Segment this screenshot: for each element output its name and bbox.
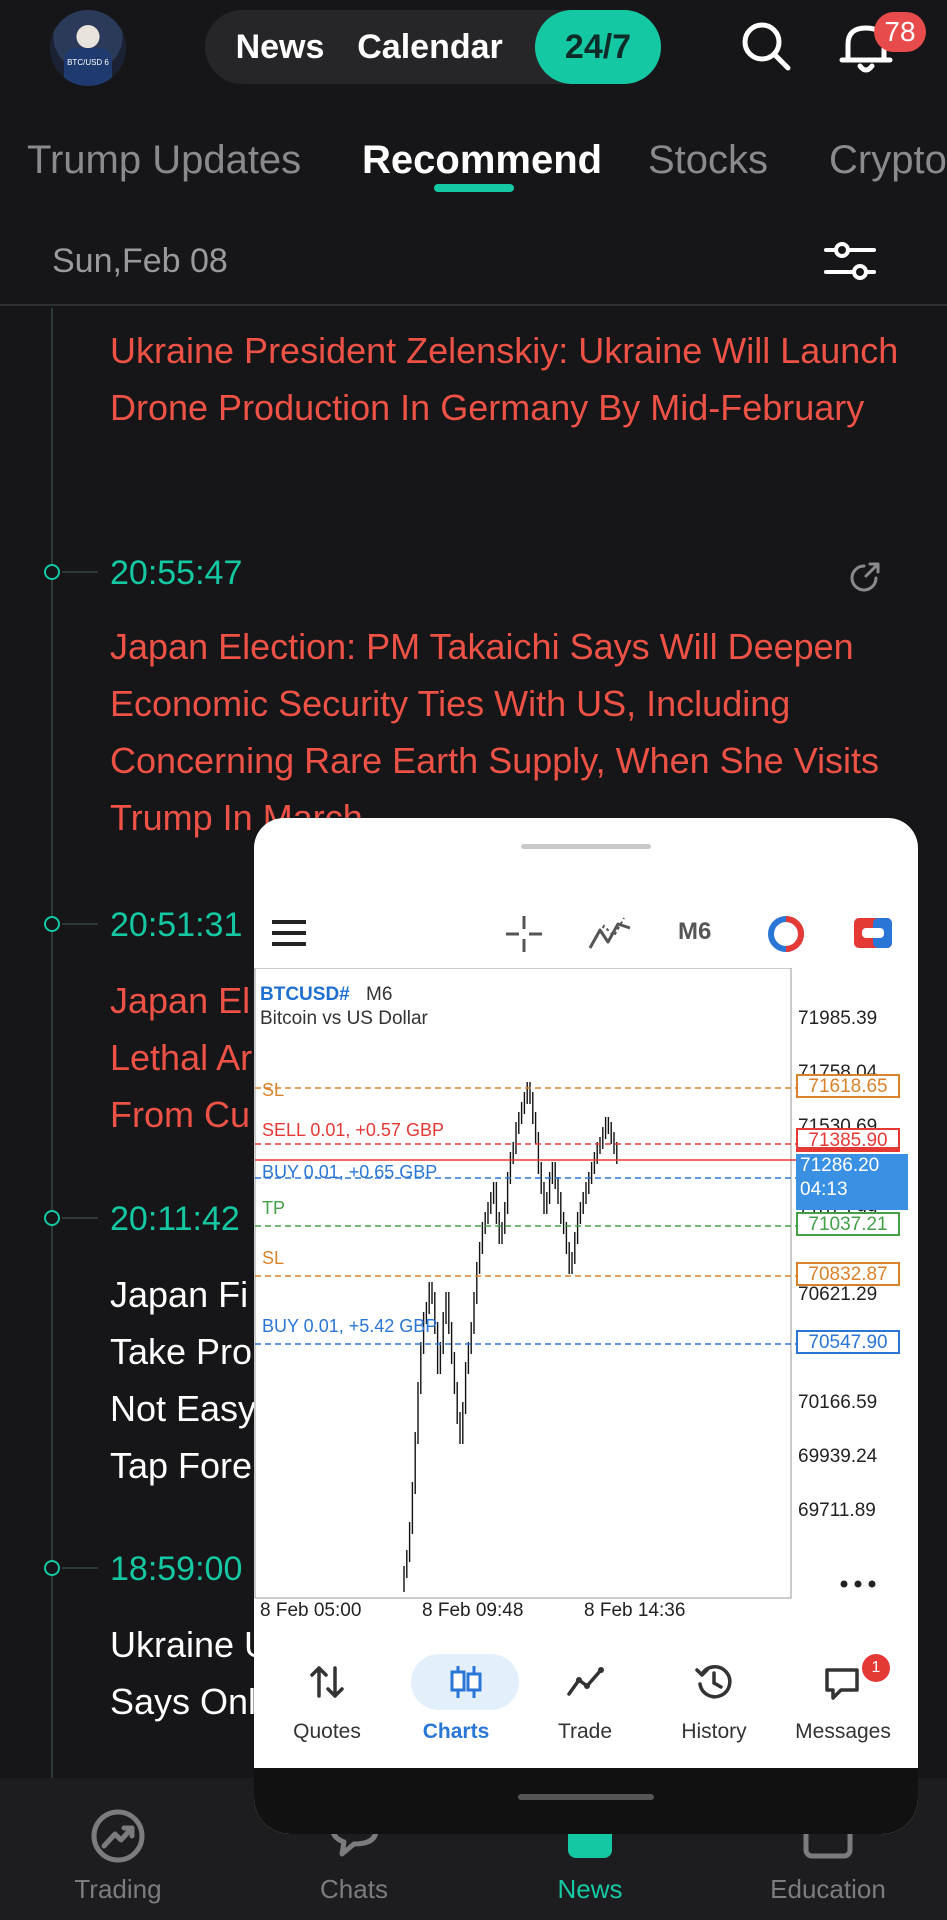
tab-stocks[interactable]: Stocks (648, 138, 768, 183)
news-time: 20:11:42 (110, 1200, 240, 1238)
notification-badge: 78 (874, 12, 926, 52)
avatar-text: BTC/USD 6 (67, 58, 109, 67)
sell-price-tag: 71385.90 (796, 1128, 900, 1152)
price-scale-label: 71985.39 (798, 1008, 878, 1029)
price-scale-label: 70621.29 (798, 1284, 878, 1305)
news-time: 18:59:00 (110, 1550, 243, 1588)
price-chart[interactable]: BTCUSD# M6 Bitcoin vs US Dollar SL SELL … (254, 968, 918, 1668)
mt-nav-label: History (681, 1720, 747, 1743)
sl-price-tag: 71618.65 (796, 1074, 900, 1098)
timeline-line (51, 308, 53, 1778)
search-icon[interactable] (738, 18, 794, 74)
avatar[interactable]: BTC/USD 6 (50, 10, 126, 86)
crosshair-icon[interactable] (504, 914, 544, 954)
timeframe-button[interactable]: M6 (678, 918, 711, 946)
home-indicator (518, 1794, 654, 1800)
segment-24-7[interactable]: 24/7 (535, 10, 661, 84)
mt-nav-label: Trade (557, 1720, 613, 1743)
price-scale-label: 69939.24 (798, 1446, 878, 1467)
timeline-connector (62, 1567, 98, 1569)
avatar-shirt: BTC/USD 6 (64, 48, 112, 86)
one-click-trading-icon[interactable] (766, 914, 806, 954)
tp-line-label[interactable]: TP (262, 1198, 285, 1219)
filter-icon[interactable] (822, 236, 878, 286)
date-row: Sun,Feb 08 (0, 230, 947, 306)
nav-label: Trading (74, 1874, 162, 1904)
feed-date: Sun,Feb 08 (52, 242, 228, 280)
sell-position-label[interactable]: SELL 0.01, +0.57 GBP (262, 1120, 444, 1141)
sl-price-tag: 70832.87 (796, 1262, 900, 1286)
mt-nav-charts[interactable]: Charts (391, 1642, 521, 1762)
timeline-connector (62, 1217, 98, 1219)
tab-trump-updates[interactable]: Trump Updates (27, 138, 301, 183)
window-bottom-bar (254, 1768, 918, 1834)
nav-label: News (557, 1874, 623, 1904)
quotes-icon (310, 1666, 344, 1698)
price-scale-label: 69711.89 (798, 1500, 876, 1521)
mt-nav-label: Quotes (293, 1720, 361, 1743)
mt-nav-history[interactable]: History (649, 1642, 779, 1762)
news-headline[interactable]: Japan Election: PM Takaichi Says Will De… (110, 618, 910, 846)
floating-trading-window[interactable]: M6 BTCUSD# M6 Bitcoin vs US Dollar SL SE… (254, 818, 918, 1834)
buy-price-tag: 70547.90 (796, 1330, 900, 1354)
window-drag-handle[interactable] (521, 844, 651, 849)
timeline-connector (62, 571, 98, 573)
news-segment-control: News Calendar 24/7 (205, 10, 661, 84)
segment-calendar[interactable]: Calendar (355, 10, 505, 84)
mt-nav-label: Charts (422, 1720, 490, 1743)
timeline-dot (44, 916, 60, 932)
segment-news[interactable]: News (225, 10, 335, 84)
messages-badge: 1 (862, 1654, 890, 1682)
news-time: 20:55:47 (110, 554, 243, 592)
bid-price: 71286.20 (800, 1155, 880, 1176)
chart-timeframe: M6 (366, 984, 393, 1005)
bid-price-tag: 71286.20 04:13 (796, 1154, 908, 1210)
buy-position-label[interactable]: BUY 0.01, +0.65 GBP (262, 1162, 437, 1183)
indicators-icon[interactable] (588, 914, 632, 954)
bar-countdown: 04:13 (800, 1179, 848, 1200)
timeline-dot (44, 1210, 60, 1226)
news-time: 20:51:31 (110, 906, 243, 944)
share-icon[interactable] (846, 560, 882, 596)
sl-line-label[interactable]: SL (262, 1248, 284, 1269)
timeline-connector (62, 923, 98, 925)
menu-icon[interactable] (272, 920, 306, 946)
more-icon[interactable] (838, 1574, 878, 1594)
charts-icon (450, 1666, 482, 1698)
news-headline[interactable]: Ukraine President Zelenskiy: Ukraine Wil… (110, 322, 910, 436)
time-axis-label: 8 Feb 09:48 (422, 1600, 524, 1621)
time-axis-label: 8 Feb 14:36 (584, 1600, 686, 1621)
nav-label: Chats (320, 1874, 388, 1904)
new-order-icon[interactable] (854, 918, 892, 948)
tp-price-tag: 71037.21 (796, 1212, 900, 1236)
history-icon (695, 1665, 732, 1699)
tab-crypto[interactable]: Crypto (829, 138, 947, 183)
price-scale-label: 70166.59 (798, 1392, 878, 1413)
nav-trading[interactable]: Trading (0, 1778, 236, 1920)
mt-nav-trade[interactable]: Trade (520, 1642, 650, 1762)
chart-symbol-description: Bitcoin vs US Dollar (260, 1008, 428, 1029)
active-tab-indicator (434, 184, 514, 192)
timeline-dot (44, 564, 60, 580)
tab-recommend[interactable]: Recommend (362, 138, 602, 183)
timeline-dot (44, 1560, 60, 1576)
time-axis-label: 8 Feb 05:00 (260, 1600, 362, 1621)
buy-position-label[interactable]: BUY 0.01, +5.42 GBP (262, 1316, 437, 1337)
trade-icon (567, 1667, 604, 1696)
mt-nav-label: Messages (795, 1720, 891, 1743)
mt-nav-messages[interactable]: 1 Messages (778, 1642, 908, 1762)
sl-line-label[interactable]: SL (262, 1080, 284, 1101)
trading-icon (91, 1809, 145, 1863)
mt-nav-quotes[interactable]: Quotes (262, 1642, 392, 1762)
nav-label: Education (770, 1874, 886, 1904)
chart-symbol[interactable]: BTCUSD# (260, 984, 350, 1006)
trading-bottom-nav: Quotes Charts Trade History 1 Messages (254, 1642, 918, 1762)
top-header: BTC/USD 6 News Calendar 24/7 78 (0, 0, 947, 98)
messages-icon (825, 1668, 859, 1700)
